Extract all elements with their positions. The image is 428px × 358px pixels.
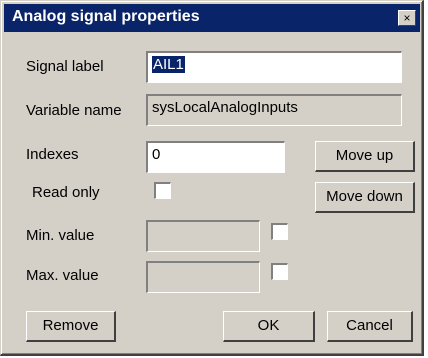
min-value-checkbox[interactable] xyxy=(271,223,288,240)
indexes-value: 0 xyxy=(152,146,161,163)
indexes-caption: Indexes xyxy=(26,146,79,163)
variable-name-caption: Variable name xyxy=(26,102,122,119)
indexes-input[interactable]: 0 xyxy=(146,141,285,173)
signal-label-input[interactable]: AIL1 xyxy=(146,51,402,83)
variable-name-field: sysLocalAnalogInputs xyxy=(146,94,402,126)
max-value-field xyxy=(146,261,260,293)
remove-button[interactable]: Remove xyxy=(26,311,116,342)
move-down-button[interactable]: Move down xyxy=(315,182,415,213)
signal-label-caption: Signal label xyxy=(26,58,104,75)
move-up-button[interactable]: Move up xyxy=(315,141,415,172)
signal-label-value: AIL1 xyxy=(152,56,185,73)
ok-button[interactable]: OK xyxy=(223,311,315,342)
read-only-caption: Read only xyxy=(32,184,100,201)
window-title: Analog signal properties xyxy=(12,8,200,25)
variable-name-value: sysLocalAnalogInputs xyxy=(152,99,298,116)
title-bar[interactable]: Analog signal properties × xyxy=(4,4,420,32)
min-value-caption: Min. value xyxy=(26,227,95,244)
max-value-caption: Max. value xyxy=(26,267,99,284)
cancel-button[interactable]: Cancel xyxy=(327,311,413,342)
min-value-field xyxy=(146,220,260,252)
read-only-checkbox[interactable] xyxy=(154,182,171,199)
close-icon[interactable]: × xyxy=(398,10,416,26)
max-value-checkbox[interactable] xyxy=(271,263,288,280)
analog-signal-properties-dialog: Analog signal properties × Signal label … xyxy=(0,0,424,356)
